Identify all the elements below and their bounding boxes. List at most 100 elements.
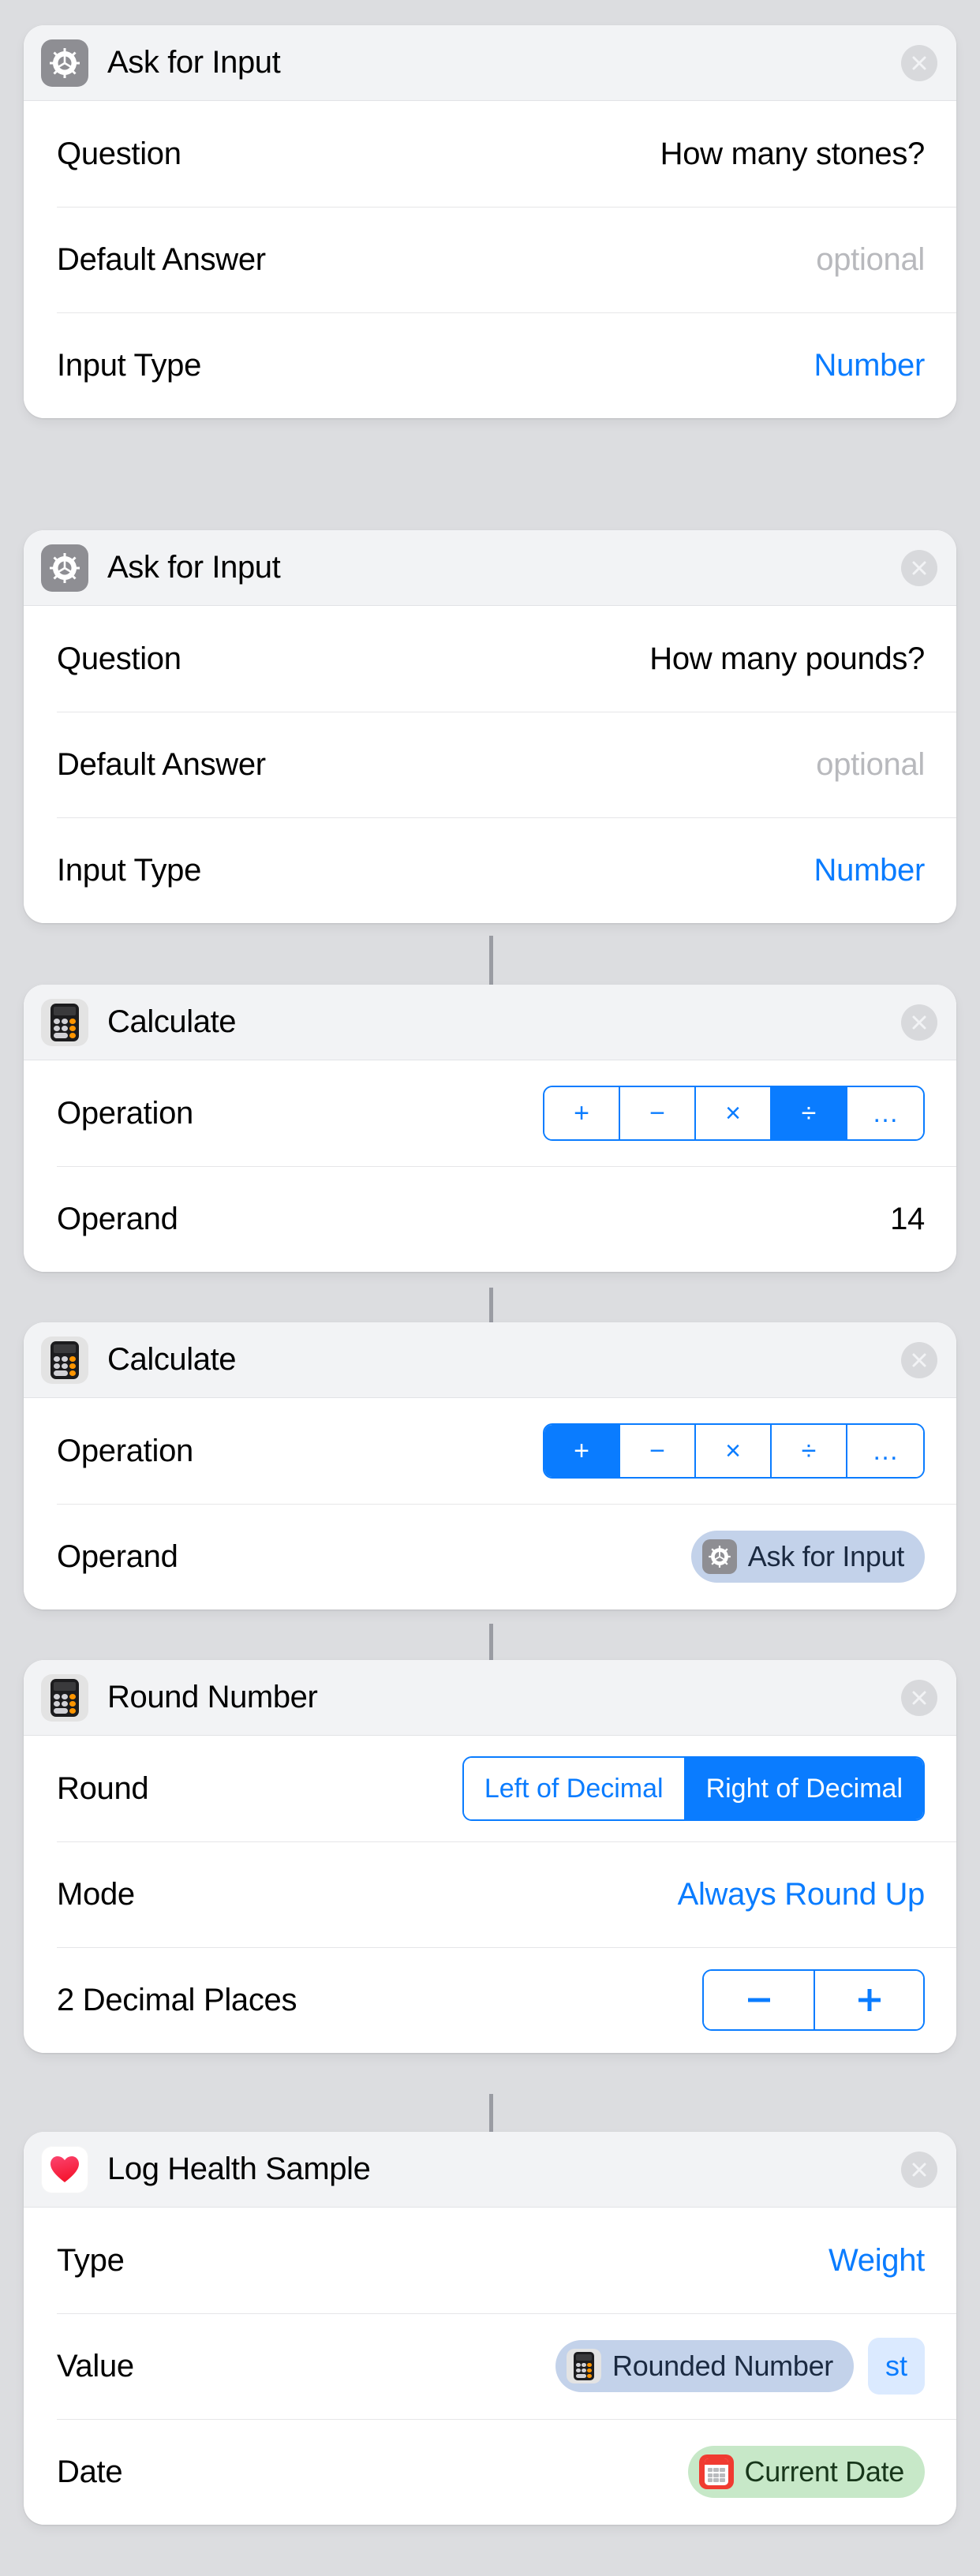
segment-subtract[interactable]: − bbox=[620, 1087, 696, 1139]
row-input-type[interactable]: Input Type Number bbox=[24, 312, 956, 418]
close-icon[interactable] bbox=[901, 549, 937, 586]
row-label: Operation bbox=[57, 1433, 193, 1468]
row-value-input-type[interactable]: Number bbox=[814, 853, 926, 888]
segment-left-of-decimal[interactable]: Left of Decimal bbox=[463, 1758, 686, 1819]
card-header: Round Number bbox=[24, 1660, 956, 1736]
row-default-answer[interactable]: Default Answer optional bbox=[24, 207, 956, 312]
action-card-log-health-sample[interactable]: Log Health Sample Type Weight Value Roun… bbox=[24, 2132, 956, 2525]
segment-more[interactable]: … bbox=[847, 1087, 923, 1139]
operation-segmented-control[interactable]: + − × ÷ … bbox=[543, 1086, 925, 1141]
card-title: Round Number bbox=[107, 1680, 318, 1714]
row-label: Operation bbox=[57, 1095, 193, 1131]
close-icon[interactable] bbox=[901, 1679, 937, 1716]
row-label: Input Type bbox=[57, 852, 202, 888]
row-mode[interactable]: Mode Always Round Up bbox=[24, 1841, 956, 1947]
row-value-type[interactable]: Weight bbox=[829, 2243, 925, 2279]
row-operand[interactable]: Operand 14 bbox=[24, 1166, 956, 1272]
row-value-mode[interactable]: Always Round Up bbox=[678, 1877, 926, 1912]
card-title: Ask for Input bbox=[107, 45, 281, 80]
minus-icon[interactable] bbox=[704, 1971, 814, 2029]
calculator-icon bbox=[41, 998, 88, 1046]
row-value-default-answer[interactable]: optional bbox=[816, 242, 925, 278]
segment-multiply[interactable]: × bbox=[696, 1425, 772, 1477]
calculator-icon bbox=[41, 1336, 88, 1384]
calculator-icon bbox=[567, 2349, 602, 2383]
row-operand[interactable]: Operand Ask for Input bbox=[24, 1504, 956, 1610]
card-title: Log Health Sample bbox=[107, 2152, 371, 2186]
row-label: Default Answer bbox=[57, 746, 266, 782]
action-connector-line bbox=[489, 2094, 493, 2132]
row-question[interactable]: Question How many stones? bbox=[24, 101, 956, 207]
segment-subtract[interactable]: − bbox=[620, 1425, 696, 1477]
gear-icon bbox=[701, 1539, 737, 1574]
row-value[interactable]: Value Rounded Number st bbox=[24, 2313, 956, 2419]
action-card-calculate-2[interactable]: Calculate Operation + − × ÷ … Operand As… bbox=[24, 1322, 956, 1610]
segment-right-of-decimal[interactable]: Right of Decimal bbox=[685, 1758, 923, 1819]
token-label: Rounded Number bbox=[612, 2350, 833, 2382]
action-connector-line bbox=[489, 1288, 493, 1322]
variable-token-rounded-number[interactable]: Rounded Number bbox=[555, 2340, 854, 2392]
row-value-default-answer[interactable]: optional bbox=[816, 747, 925, 783]
card-title: Ask for Input bbox=[107, 550, 281, 585]
segment-more[interactable]: … bbox=[847, 1425, 923, 1477]
row-operation[interactable]: Operation + − × ÷ … bbox=[24, 1398, 956, 1504]
card-title: Calculate bbox=[107, 1004, 237, 1039]
shortcut-editor-canvas: Ask for Input Question How many stones? … bbox=[0, 0, 980, 2576]
row-label: Question bbox=[57, 641, 181, 676]
calculator-glyph bbox=[50, 1678, 79, 1717]
round-segmented-control[interactable]: Left of Decimal Right of Decimal bbox=[462, 1756, 925, 1821]
row-default-answer[interactable]: Default Answer optional bbox=[24, 712, 956, 817]
variable-token-current-date[interactable]: Current Date bbox=[687, 2446, 925, 2498]
token-label: Current Date bbox=[744, 2455, 905, 2488]
row-type[interactable]: Type Weight bbox=[24, 2208, 956, 2313]
calculator-glyph bbox=[50, 1340, 79, 1379]
segment-add[interactable]: + bbox=[544, 1087, 620, 1139]
decimal-places-stepper[interactable] bbox=[702, 1969, 925, 2031]
row-value-question[interactable]: How many stones? bbox=[660, 136, 926, 172]
operation-segmented-control[interactable]: + − × ÷ … bbox=[543, 1423, 925, 1479]
close-icon[interactable] bbox=[901, 1004, 937, 1041]
segment-multiply[interactable]: × bbox=[696, 1087, 772, 1139]
health-heart-icon bbox=[41, 2145, 88, 2193]
action-card-ask-for-input-1[interactable]: Ask for Input Question How many stones? … bbox=[24, 25, 956, 418]
row-label: Type bbox=[57, 2242, 125, 2278]
close-icon[interactable] bbox=[901, 2151, 937, 2188]
row-value-question[interactable]: How many pounds? bbox=[649, 641, 925, 677]
card-title: Calculate bbox=[107, 1342, 237, 1377]
plus-icon[interactable] bbox=[814, 1971, 923, 2029]
close-icon[interactable] bbox=[901, 44, 937, 81]
card-header: Calculate bbox=[24, 985, 956, 1060]
row-decimal-places[interactable]: 2 Decimal Places bbox=[24, 1947, 956, 2053]
row-label: Question bbox=[57, 136, 181, 171]
calendar-glyph bbox=[704, 2458, 728, 2485]
value-controls: Rounded Number st bbox=[555, 2338, 925, 2395]
row-label: Date bbox=[57, 2454, 123, 2489]
row-label: Mode bbox=[57, 1876, 135, 1912]
close-icon[interactable] bbox=[901, 1341, 937, 1378]
row-round[interactable]: Round Left of Decimal Right of Decimal bbox=[24, 1736, 956, 1841]
variable-token-ask-for-input[interactable]: Ask for Input bbox=[690, 1531, 925, 1583]
segment-divide[interactable]: ÷ bbox=[772, 1425, 847, 1477]
row-label: 2 Decimal Places bbox=[57, 1982, 297, 2017]
row-label: Operand bbox=[57, 1201, 178, 1236]
action-connector-line bbox=[489, 936, 493, 985]
card-header: Ask for Input bbox=[24, 530, 956, 606]
action-card-ask-for-input-2[interactable]: Ask for Input Question How many pounds? … bbox=[24, 530, 956, 923]
segment-divide[interactable]: ÷ bbox=[772, 1087, 847, 1139]
row-input-type[interactable]: Input Type Number bbox=[24, 817, 956, 923]
card-header: Calculate bbox=[24, 1322, 956, 1398]
row-question[interactable]: Question How many pounds? bbox=[24, 606, 956, 712]
action-card-round-number[interactable]: Round Number Round Left of Decimal Right… bbox=[24, 1660, 956, 2053]
card-header: Log Health Sample bbox=[24, 2132, 956, 2208]
row-value-operand[interactable]: 14 bbox=[890, 1202, 925, 1237]
segment-add[interactable]: + bbox=[544, 1425, 620, 1477]
action-card-calculate-1[interactable]: Calculate Operation + − × ÷ … Operand 14 bbox=[24, 985, 956, 1272]
row-value-input-type[interactable]: Number bbox=[814, 348, 926, 383]
calculator-glyph bbox=[50, 1003, 79, 1041]
unit-badge-stones[interactable]: st bbox=[868, 2338, 925, 2395]
row-operation[interactable]: Operation + − × ÷ … bbox=[24, 1060, 956, 1166]
row-label: Round bbox=[57, 1770, 149, 1806]
row-date[interactable]: Date Current Date bbox=[24, 2419, 956, 2525]
row-label: Operand bbox=[57, 1538, 178, 1574]
gear-icon bbox=[41, 544, 88, 592]
